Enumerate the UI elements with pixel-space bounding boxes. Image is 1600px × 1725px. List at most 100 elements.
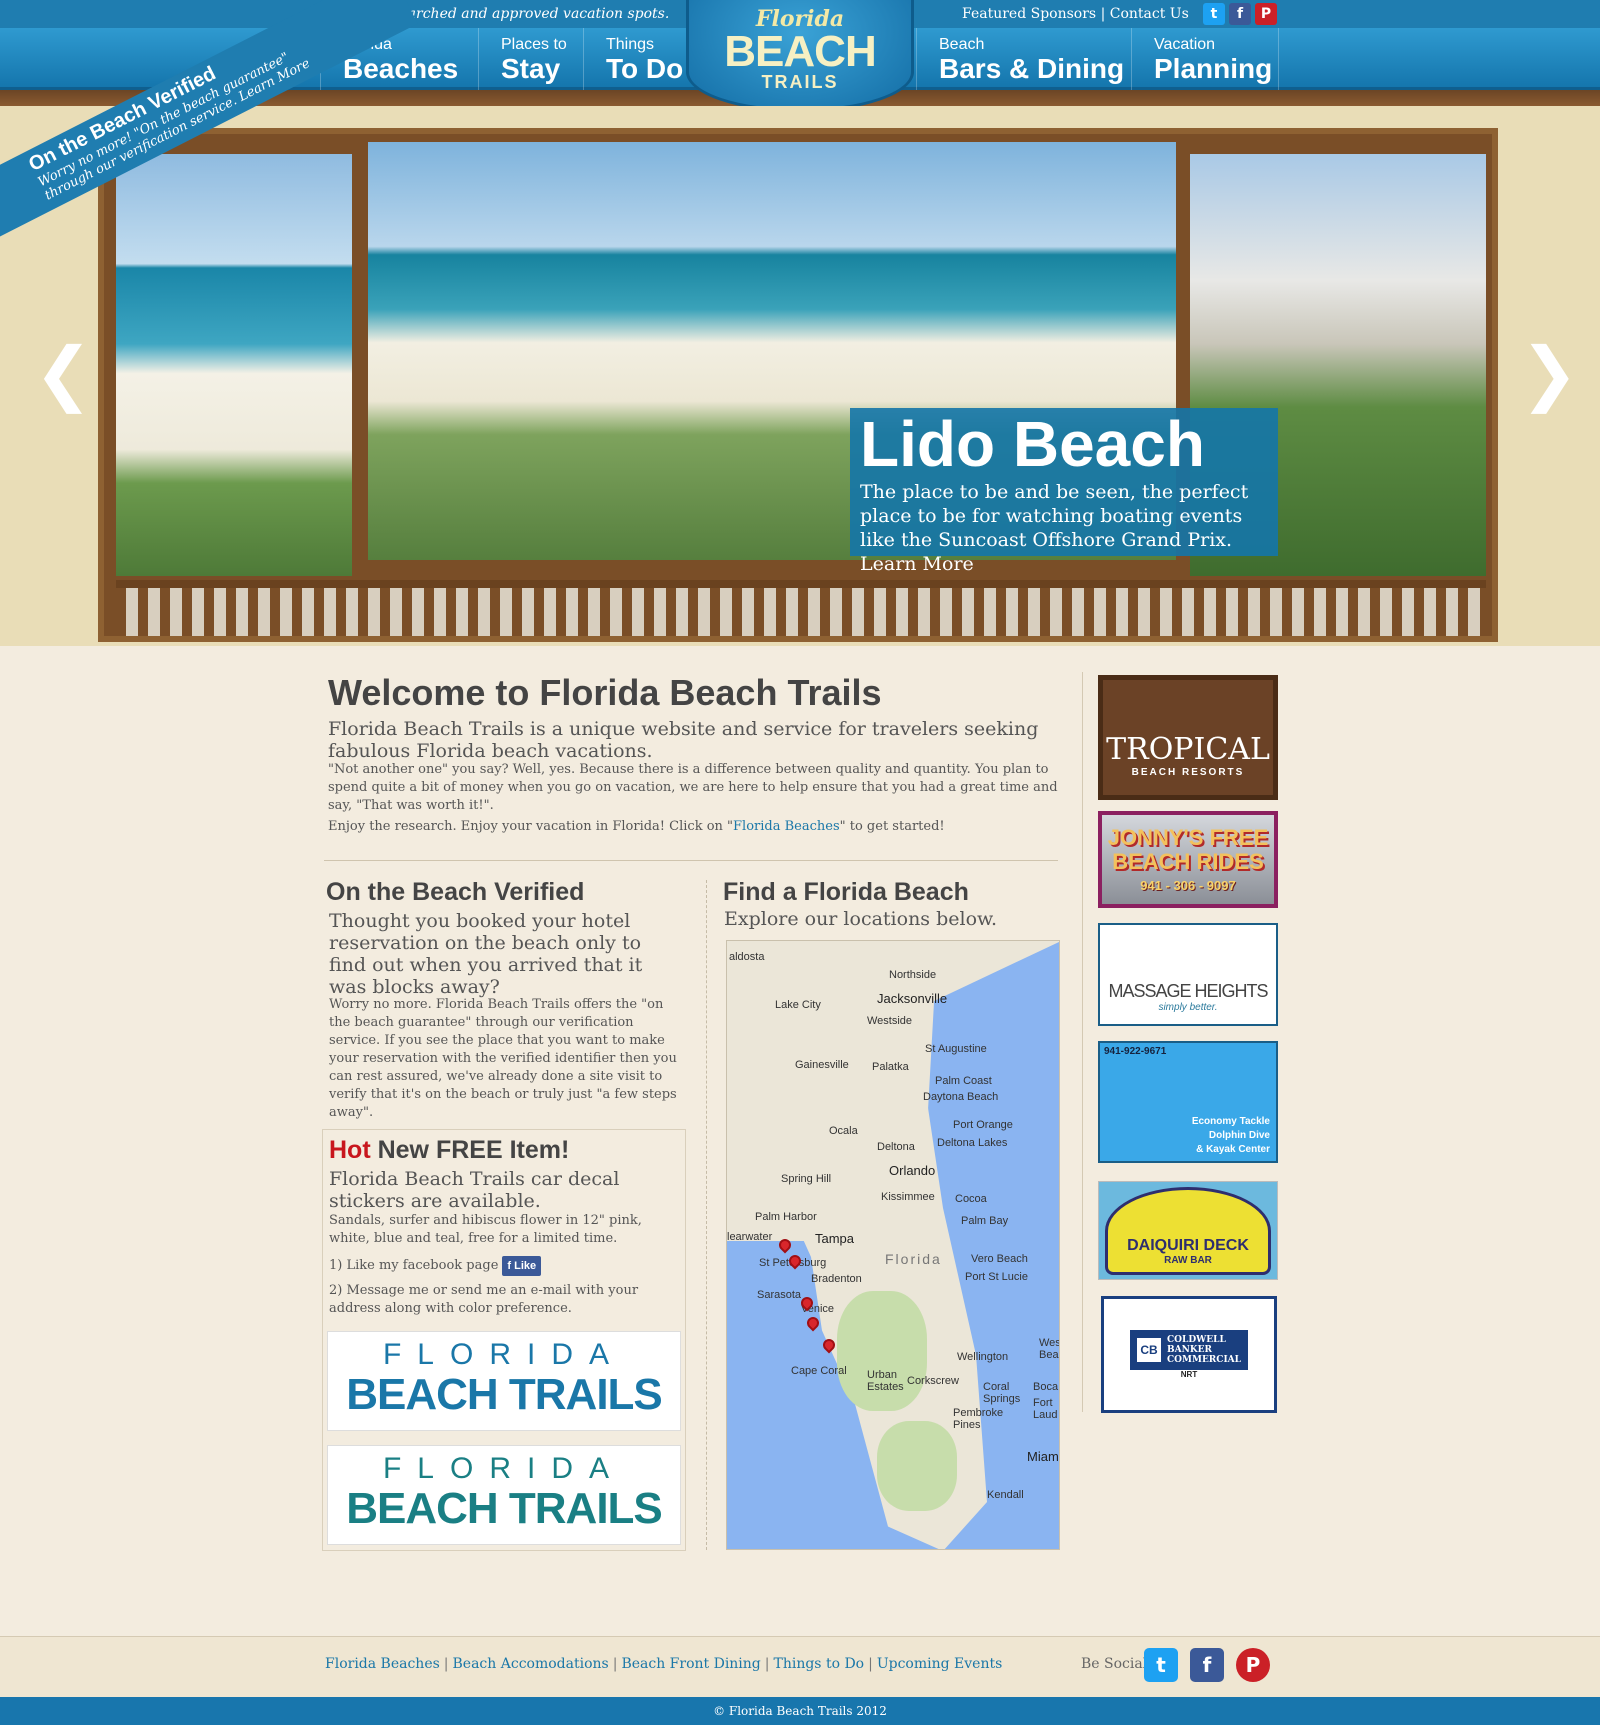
nav-small-label: Things	[606, 36, 655, 53]
facebook-like-button[interactable]: f Like	[502, 1256, 542, 1276]
map-region-label: Florida	[885, 1251, 942, 1267]
hero-caption-body: The place to be and be seen, the perfect…	[860, 481, 1249, 551]
map-city-label: Lake City	[775, 999, 821, 1011]
ad-massage-heights[interactable]: MASSAGE HEIGHTS simply better.	[1098, 923, 1278, 1026]
footer-separator: |	[764, 1656, 770, 1672]
welcome-paragraph-2: Enjoy the research. Enjoy your vacation …	[328, 818, 1068, 836]
hot-item-body: Sandals, surfer and hibiscus flower in 1…	[329, 1213, 642, 1246]
daiquiri-title: DAIQUIRI DECK	[1127, 1236, 1249, 1254]
hero-caption-title: Lido Beach	[860, 408, 1205, 480]
welcome-paragraph-1: "Not another one" you say? Well, yes. Be…	[328, 762, 1058, 813]
hot-title-rest: New FREE Item!	[370, 1136, 570, 1164]
nav-things-to-do[interactable]: Things To Do	[583, 28, 688, 90]
footer-link-things-to-do[interactable]: Things to Do	[774, 1656, 865, 1672]
hot-item-step-2: 2) Message me or send me an e-mail with …	[329, 1283, 639, 1316]
ad-jonnys-free-beach-rides[interactable]: JONNY'S FREE BEACH RIDES 941 - 306 - 909…	[1098, 811, 1278, 908]
hero-caption-text: The place to be and be seen, the perfect…	[860, 480, 1268, 576]
hot-item-lead: Florida Beach Trails car decal stickers …	[329, 1168, 620, 1212]
ad-coldwell-banker[interactable]: CB COLDWELL BANKER COMMERCIAL NRT	[1101, 1296, 1277, 1413]
map-city-label: Boca	[1033, 1381, 1059, 1393]
nav-vacation-planning[interactable]: Vacation Planning	[1131, 28, 1279, 90]
nav-small-label: Beach	[939, 36, 985, 53]
twitter-icon[interactable]: t	[1144, 1648, 1178, 1682]
hero-prev-arrow[interactable]: ❮	[34, 338, 93, 408]
header-social-icons: t f P	[1203, 3, 1277, 25]
step-1-text: 1) Like my facebook page	[329, 1258, 499, 1273]
map-city-label: St Augustine	[925, 1043, 987, 1055]
map-green-area	[837, 1291, 927, 1411]
section-divider	[324, 860, 1058, 861]
map-city-label: Northside	[889, 969, 937, 981]
kayak-line: & Kayak Center	[1196, 1144, 1270, 1155]
ad-economy-tackle-kayak[interactable]: 941-922-9671 Economy Tackle Dolphin Dive…	[1098, 1041, 1278, 1163]
kayak-line: Economy Tackle	[1191, 1116, 1270, 1127]
kayak-text: Economy Tackle Dolphin Dive & Kayak Cent…	[1192, 1115, 1270, 1157]
facebook-icon[interactable]: f	[1190, 1648, 1224, 1682]
map-city-label: Cocoa	[955, 1193, 987, 1205]
tropical-subtitle: BEACH RESORTS	[1131, 766, 1245, 778]
twitter-icon[interactable]: t	[1203, 3, 1225, 25]
nav-bars-dining[interactable]: Beach Bars & Dining	[916, 28, 1131, 90]
sticker-florida-text: FLORIDA	[382, 1452, 626, 1485]
daiquiri-subtitle: RAW BAR	[1164, 1254, 1212, 1266]
nav-big-label: Beaches	[343, 53, 459, 84]
hero-next-arrow[interactable]: ❯	[1520, 338, 1579, 408]
map-pin-icon[interactable]	[804, 1314, 822, 1332]
site-logo[interactable]: Florida BEACH TRAILS	[686, 0, 914, 112]
florida-beaches-link[interactable]: Florida Beaches	[733, 819, 840, 834]
pinterest-icon[interactable]: P	[1255, 3, 1277, 25]
facebook-icon[interactable]: f	[1229, 3, 1251, 25]
map-city-label: Miam	[1027, 1449, 1059, 1464]
pinterest-icon[interactable]: P	[1236, 1648, 1270, 1682]
logo-beach-text: BEACH	[724, 27, 876, 76]
hot-item-title: Hot New FREE Item!	[329, 1136, 569, 1165]
contact-us-link[interactable]: Contact Us	[1110, 6, 1189, 22]
nav-big-label: To Do	[606, 53, 684, 84]
coldwell-line: BANKER	[1167, 1345, 1212, 1355]
nav-places-to-stay[interactable]: Places to Stay	[478, 28, 583, 90]
jonny-title: JONNY'S FREE BEACH RIDES	[1107, 825, 1269, 874]
verified-body: Worry no more. Florida Beach Trails offe…	[329, 997, 677, 1120]
coldwell-logo: CB COLDWELL BANKER COMMERCIAL	[1130, 1330, 1248, 1370]
footer-link-florida-beaches[interactable]: Florida Beaches	[325, 1656, 440, 1672]
sticker-florida-text: FLORIDA	[382, 1338, 626, 1371]
map-city-label: Palm Harbor	[755, 1211, 817, 1223]
ad-tropical-beach-resorts[interactable]: TROPICAL BEACH RESORTS	[1098, 675, 1278, 800]
footer-link-upcoming-events[interactable]: Upcoming Events	[877, 1656, 1002, 1672]
kayak-phone: 941-922-9671	[1104, 1046, 1167, 1057]
welcome-p2-after: " to get started!	[839, 819, 945, 834]
like-label: Like	[514, 1260, 537, 1272]
florida-map[interactable]: aldosta Northside Jacksonville Lake City…	[726, 940, 1060, 1550]
map-city-label: Bradenton	[811, 1273, 862, 1285]
be-social-label: Be Social	[1081, 1656, 1148, 1672]
map-city-label: Sarasota	[757, 1289, 802, 1301]
hot-item-box: Hot New FREE Item! Florida Beach Trails …	[322, 1129, 686, 1551]
sticker-main-text: BEACH TRAILS	[346, 1370, 663, 1419]
map-city-label: Wes Bea	[1039, 1337, 1060, 1361]
verified-lead: Thought you booked your hotel reservatio…	[329, 910, 643, 998]
ad-daiquiri-deck[interactable]: DAIQUIRI DECK RAW BAR	[1098, 1181, 1278, 1280]
copyright: © Florida Beach Trails 2012	[0, 1697, 1600, 1725]
hero-learn-more-link[interactable]: Learn More	[860, 553, 974, 575]
map-city-label: Pembroke Pines	[953, 1407, 1004, 1431]
map-city-label: Palatka	[872, 1061, 909, 1073]
map-city-label: Kissimmee	[881, 1191, 935, 1203]
map-city-label: Kendall	[987, 1489, 1024, 1501]
map-city-label: Deltona Lakes	[937, 1137, 1008, 1149]
map-city-label: Jacksonville	[877, 991, 948, 1006]
footer-link-accomodations[interactable]: Beach Accomodations	[453, 1656, 609, 1672]
featured-sponsors-link[interactable]: Featured Sponsors	[962, 6, 1096, 22]
find-beach-subtitle: Explore our locations below.	[724, 908, 998, 930]
find-beach-title: Find a Florida Beach	[723, 878, 969, 906]
nav-small-label: Vacation	[1154, 36, 1216, 53]
coldwell-line: COLDWELL	[1167, 1335, 1226, 1345]
footer-separator: |	[868, 1656, 873, 1672]
footer-link-dining[interactable]: Beach Front Dining	[621, 1656, 760, 1672]
kayak-line: Dolphin Dive	[1208, 1130, 1270, 1141]
map-city-label: Palm Coast	[935, 1075, 992, 1087]
logo-trails-text: TRAILS	[761, 72, 839, 92]
top-links: Featured Sponsors | Contact Us	[962, 6, 1189, 22]
map-city-label: Corkscrew	[907, 1375, 959, 1387]
massage-title: MASSAGE HEIGHTS	[1108, 980, 1268, 1001]
sidebar-divider	[1082, 672, 1083, 1412]
